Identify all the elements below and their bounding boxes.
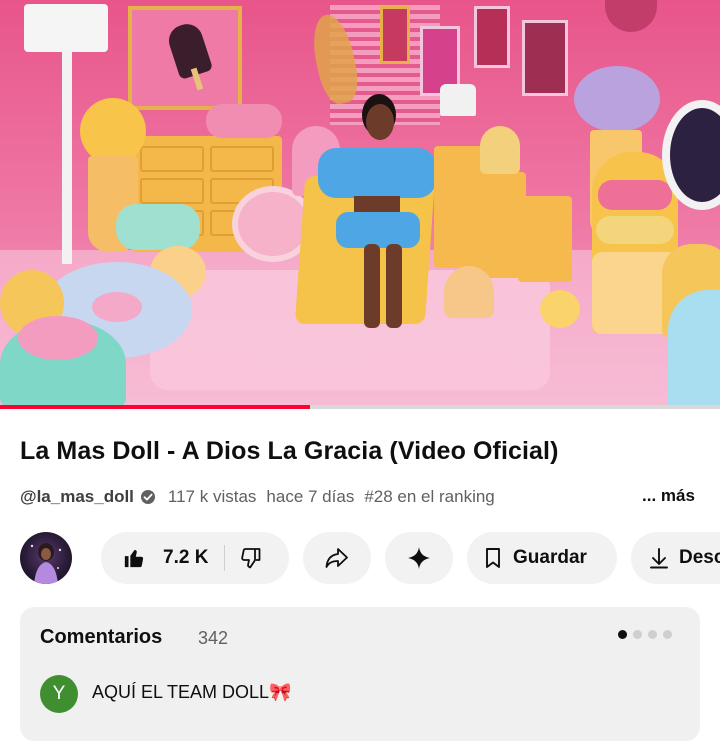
video-ball	[540, 290, 580, 328]
bookmark-icon	[483, 547, 503, 569]
like-count: 7.2 K	[163, 547, 209, 568]
video-poster	[522, 20, 568, 96]
download-icon	[649, 547, 669, 569]
share-button[interactable]	[303, 532, 371, 584]
comments-carousel-indicator	[618, 630, 672, 639]
thumbs-up-icon	[123, 547, 145, 569]
commenter-avatar[interactable]: Y	[40, 675, 78, 713]
save-label: Guardar	[513, 547, 587, 568]
carousel-dot	[648, 630, 657, 639]
dislike-button[interactable]	[225, 532, 263, 584]
video-icecream-blue	[668, 290, 720, 408]
video-poster	[380, 6, 410, 64]
upload-date: hace 7 días	[266, 487, 355, 506]
video-table-lamp	[440, 84, 476, 116]
video-icecream-lilac	[574, 66, 660, 132]
channel-handle[interactable]: @la_mas_doll	[20, 487, 134, 507]
comments-heading: Comentarios	[40, 626, 163, 648]
share-icon	[324, 546, 350, 570]
video-singer-leg	[364, 244, 380, 328]
video-macaron-top	[206, 104, 282, 138]
video-poster	[474, 6, 510, 68]
carousel-dot	[618, 630, 627, 639]
video-singer-skirt	[336, 212, 420, 248]
carousel-dot	[633, 630, 642, 639]
video-lamp-pole	[62, 50, 72, 264]
video-icecream-scoop	[80, 98, 146, 164]
view-count: 117 k vistas	[167, 487, 257, 506]
video-popsicle-frame	[128, 6, 242, 110]
comment-text: AQUÍ EL TEAM DOLL🎀	[92, 682, 292, 702]
remix-button[interactable]	[385, 532, 453, 584]
video-lamp-shade	[24, 4, 108, 52]
comments-count: 342	[198, 628, 229, 648]
comments-card[interactable]: Comentarios 342 Y AQUÍ EL TEAM DOLL🎀	[20, 607, 700, 741]
sparkle-icon	[407, 546, 431, 570]
video-singer-face	[366, 104, 394, 140]
more-button[interactable]: ... más	[642, 486, 695, 506]
like-button[interactable]: 7.2 K	[101, 532, 224, 584]
download-label: Desc	[679, 547, 720, 568]
like-dislike-group: 7.2 K	[101, 532, 289, 584]
download-button[interactable]: Desc	[631, 532, 720, 584]
video-player[interactable]	[0, 0, 720, 408]
video-cupcake-small	[480, 126, 520, 174]
video-cupcake-big	[0, 316, 126, 408]
video-macaron-mint	[116, 204, 200, 250]
video-donut-wall	[605, 0, 657, 32]
verified-icon	[140, 489, 156, 505]
meta-fade	[580, 484, 640, 510]
video-meta-row[interactable]: @la_mas_doll 117 k vistas hace 7 días #2…	[20, 484, 700, 510]
video-singer-leg	[386, 244, 402, 328]
video-singer-top	[318, 148, 436, 198]
thumbs-down-icon	[239, 546, 263, 570]
video-pedestal	[518, 196, 572, 282]
channel-avatar[interactable]	[20, 532, 72, 584]
save-button[interactable]: Guardar	[467, 532, 617, 584]
ranking-label: #28 en el ranking	[364, 487, 495, 506]
video-cupcake-floor	[444, 266, 494, 318]
video-title[interactable]: La Mas Doll - A Dios La Gracia (Video Of…	[20, 437, 710, 466]
carousel-dot	[663, 630, 672, 639]
